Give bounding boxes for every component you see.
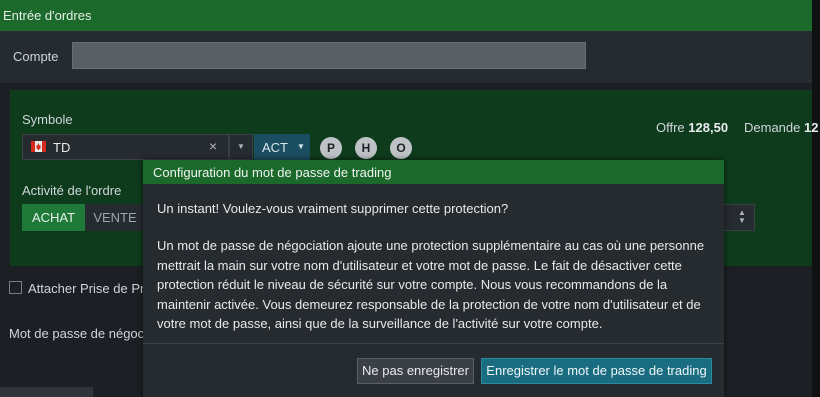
chevron-down-icon: ▼: [237, 142, 245, 151]
o-button[interactable]: O: [390, 137, 412, 159]
market-dropdown[interactable]: ACT ▼: [254, 134, 310, 160]
canada-flag-icon: [31, 141, 46, 152]
dialog-message: Un mot de passe de négociation ajoute un…: [157, 236, 717, 334]
p-button[interactable]: P: [320, 137, 342, 159]
trading-password-dialog: Configuration du mot de passe de trading…: [143, 160, 724, 397]
dialog-message-line: mettrait la main sur votre nom d'utilisa…: [157, 257, 682, 273]
dont-save-button[interactable]: Ne pas enregistrer: [357, 358, 474, 384]
bottom-bar: [0, 387, 93, 397]
quote-ask: Offre 128,50: [656, 120, 728, 135]
symbol-label: Symbole: [22, 112, 73, 127]
window-edge: [812, 0, 820, 397]
dialog-message-line: maintenir activée. Vous demeurez respons…: [157, 296, 701, 312]
trading-password-label: Mot de passe de négoci: [9, 326, 148, 341]
sell-button[interactable]: VENTE: [85, 204, 145, 231]
h-button[interactable]: H: [355, 137, 377, 159]
bid-label: Demande: [744, 120, 801, 135]
save-trading-password-button[interactable]: Enregistrer le mot de passe de trading: [481, 358, 712, 384]
dialog-question: Un instant! Voulez-vous vraiment supprim…: [157, 201, 509, 216]
dialog-message-line: protection réduit le niveau de sécurité …: [157, 277, 668, 292]
attach-label: Attacher Prise de Pro: [28, 281, 152, 296]
activity-label: Activité de l'ordre: [22, 183, 122, 198]
window-titlebar: Entrée d'ordres: [0, 0, 812, 31]
market-value: ACT: [262, 140, 288, 155]
dialog-message-line: Un mot de passe de négociation ajoute un…: [157, 238, 705, 253]
quote-bid: Demande 12: [744, 120, 818, 135]
bid-value: 12: [804, 120, 819, 135]
window-title: Entrée d'ordres: [3, 8, 92, 23]
chevron-down-icon: ▼: [297, 142, 305, 151]
attach-checkbox[interactable]: [9, 281, 22, 294]
dialog-message-line: votre mot de passe, ainsi que de la surv…: [157, 316, 603, 331]
dialog-title: Configuration du mot de passe de trading: [153, 165, 392, 180]
buy-button[interactable]: ACHAT: [22, 204, 85, 231]
symbol-dropdown-button[interactable]: ▼: [229, 134, 253, 160]
ask-value: 128,50: [688, 120, 729, 135]
account-label: Compte: [13, 49, 59, 64]
clear-icon[interactable]: ×: [209, 138, 217, 154]
spinner-arrows-icon[interactable]: ▲ ▼: [738, 209, 746, 225]
dialog-header: Configuration du mot de passe de trading: [143, 160, 724, 184]
account-field[interactable]: [72, 42, 586, 69]
ask-label: Offre: [656, 120, 685, 135]
dialog-divider: [143, 343, 724, 344]
symbol-value: TD: [53, 140, 71, 155]
